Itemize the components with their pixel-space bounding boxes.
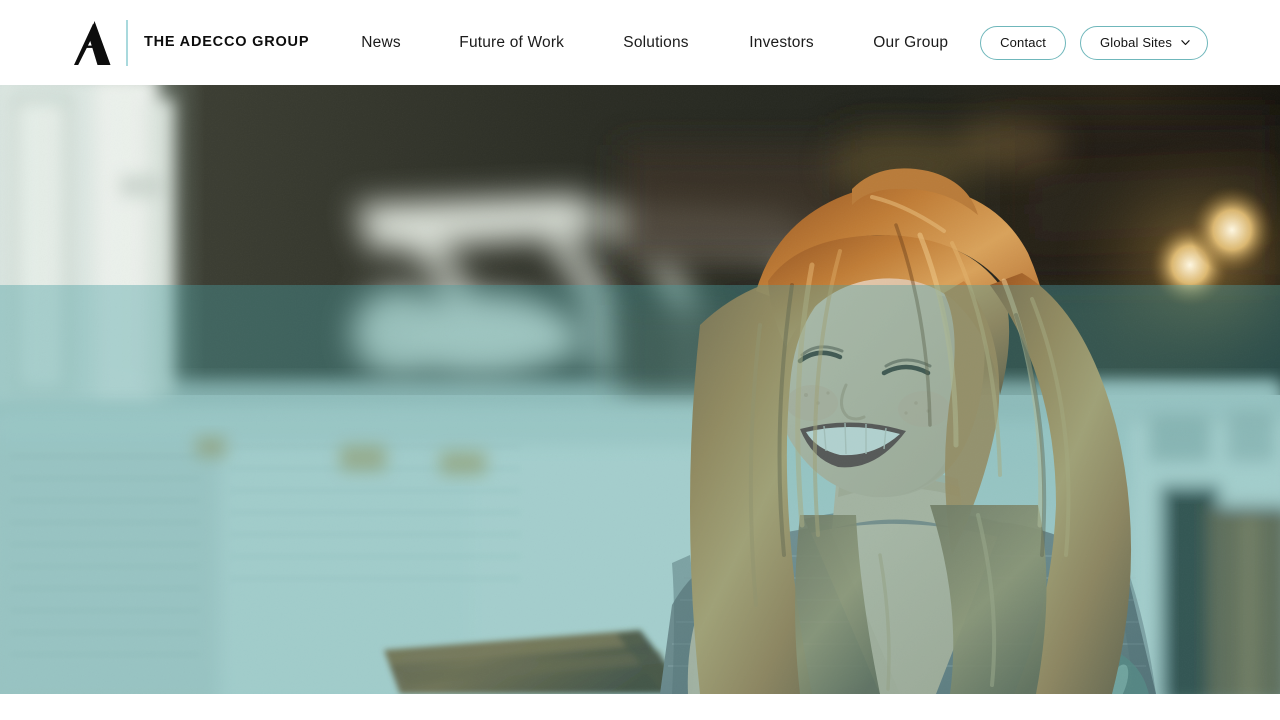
chevron-down-icon — [1181, 40, 1190, 46]
global-sites-button-label: Global Sites — [1100, 35, 1172, 50]
brand-logo-link[interactable]: THE ADECCO GROUP — [72, 17, 309, 69]
contact-button[interactable]: Contact — [980, 25, 1067, 60]
brand-name: THE ADECCO GROUP — [144, 34, 310, 51]
primary-navigation: News Future of Work Solutions Investors … — [361, 29, 980, 57]
brand-divider — [126, 19, 128, 66]
nav-item-future-of-work[interactable]: Future of Work — [459, 29, 623, 57]
site-header: THE ADECCO GROUP News Future of Work Sol… — [0, 0, 1280, 85]
nav-item-solutions[interactable]: Solutions — [623, 29, 749, 57]
page-bottom-spacer — [0, 694, 1280, 720]
nav-link-future-of-work[interactable]: Future of Work — [459, 29, 564, 57]
hero-content — [0, 85, 1280, 694]
adecco-a-logo-icon — [74, 20, 111, 65]
nav-link-our-group[interactable]: Our Group — [873, 29, 948, 57]
nav-item-investors[interactable]: Investors — [749, 29, 873, 57]
nav-item-news[interactable]: News — [361, 29, 459, 57]
global-sites-button[interactable]: Global Sites — [1080, 25, 1208, 60]
contact-button-label: Contact — [1000, 35, 1047, 50]
nav-link-news[interactable]: News — [361, 29, 401, 57]
hero-banner — [0, 85, 1280, 694]
nav-item-our-group[interactable]: Our Group — [873, 29, 948, 57]
nav-link-solutions[interactable]: Solutions — [623, 29, 688, 57]
nav-link-investors[interactable]: Investors — [749, 29, 814, 57]
header-actions: Contact Global Sites — [980, 25, 1208, 60]
